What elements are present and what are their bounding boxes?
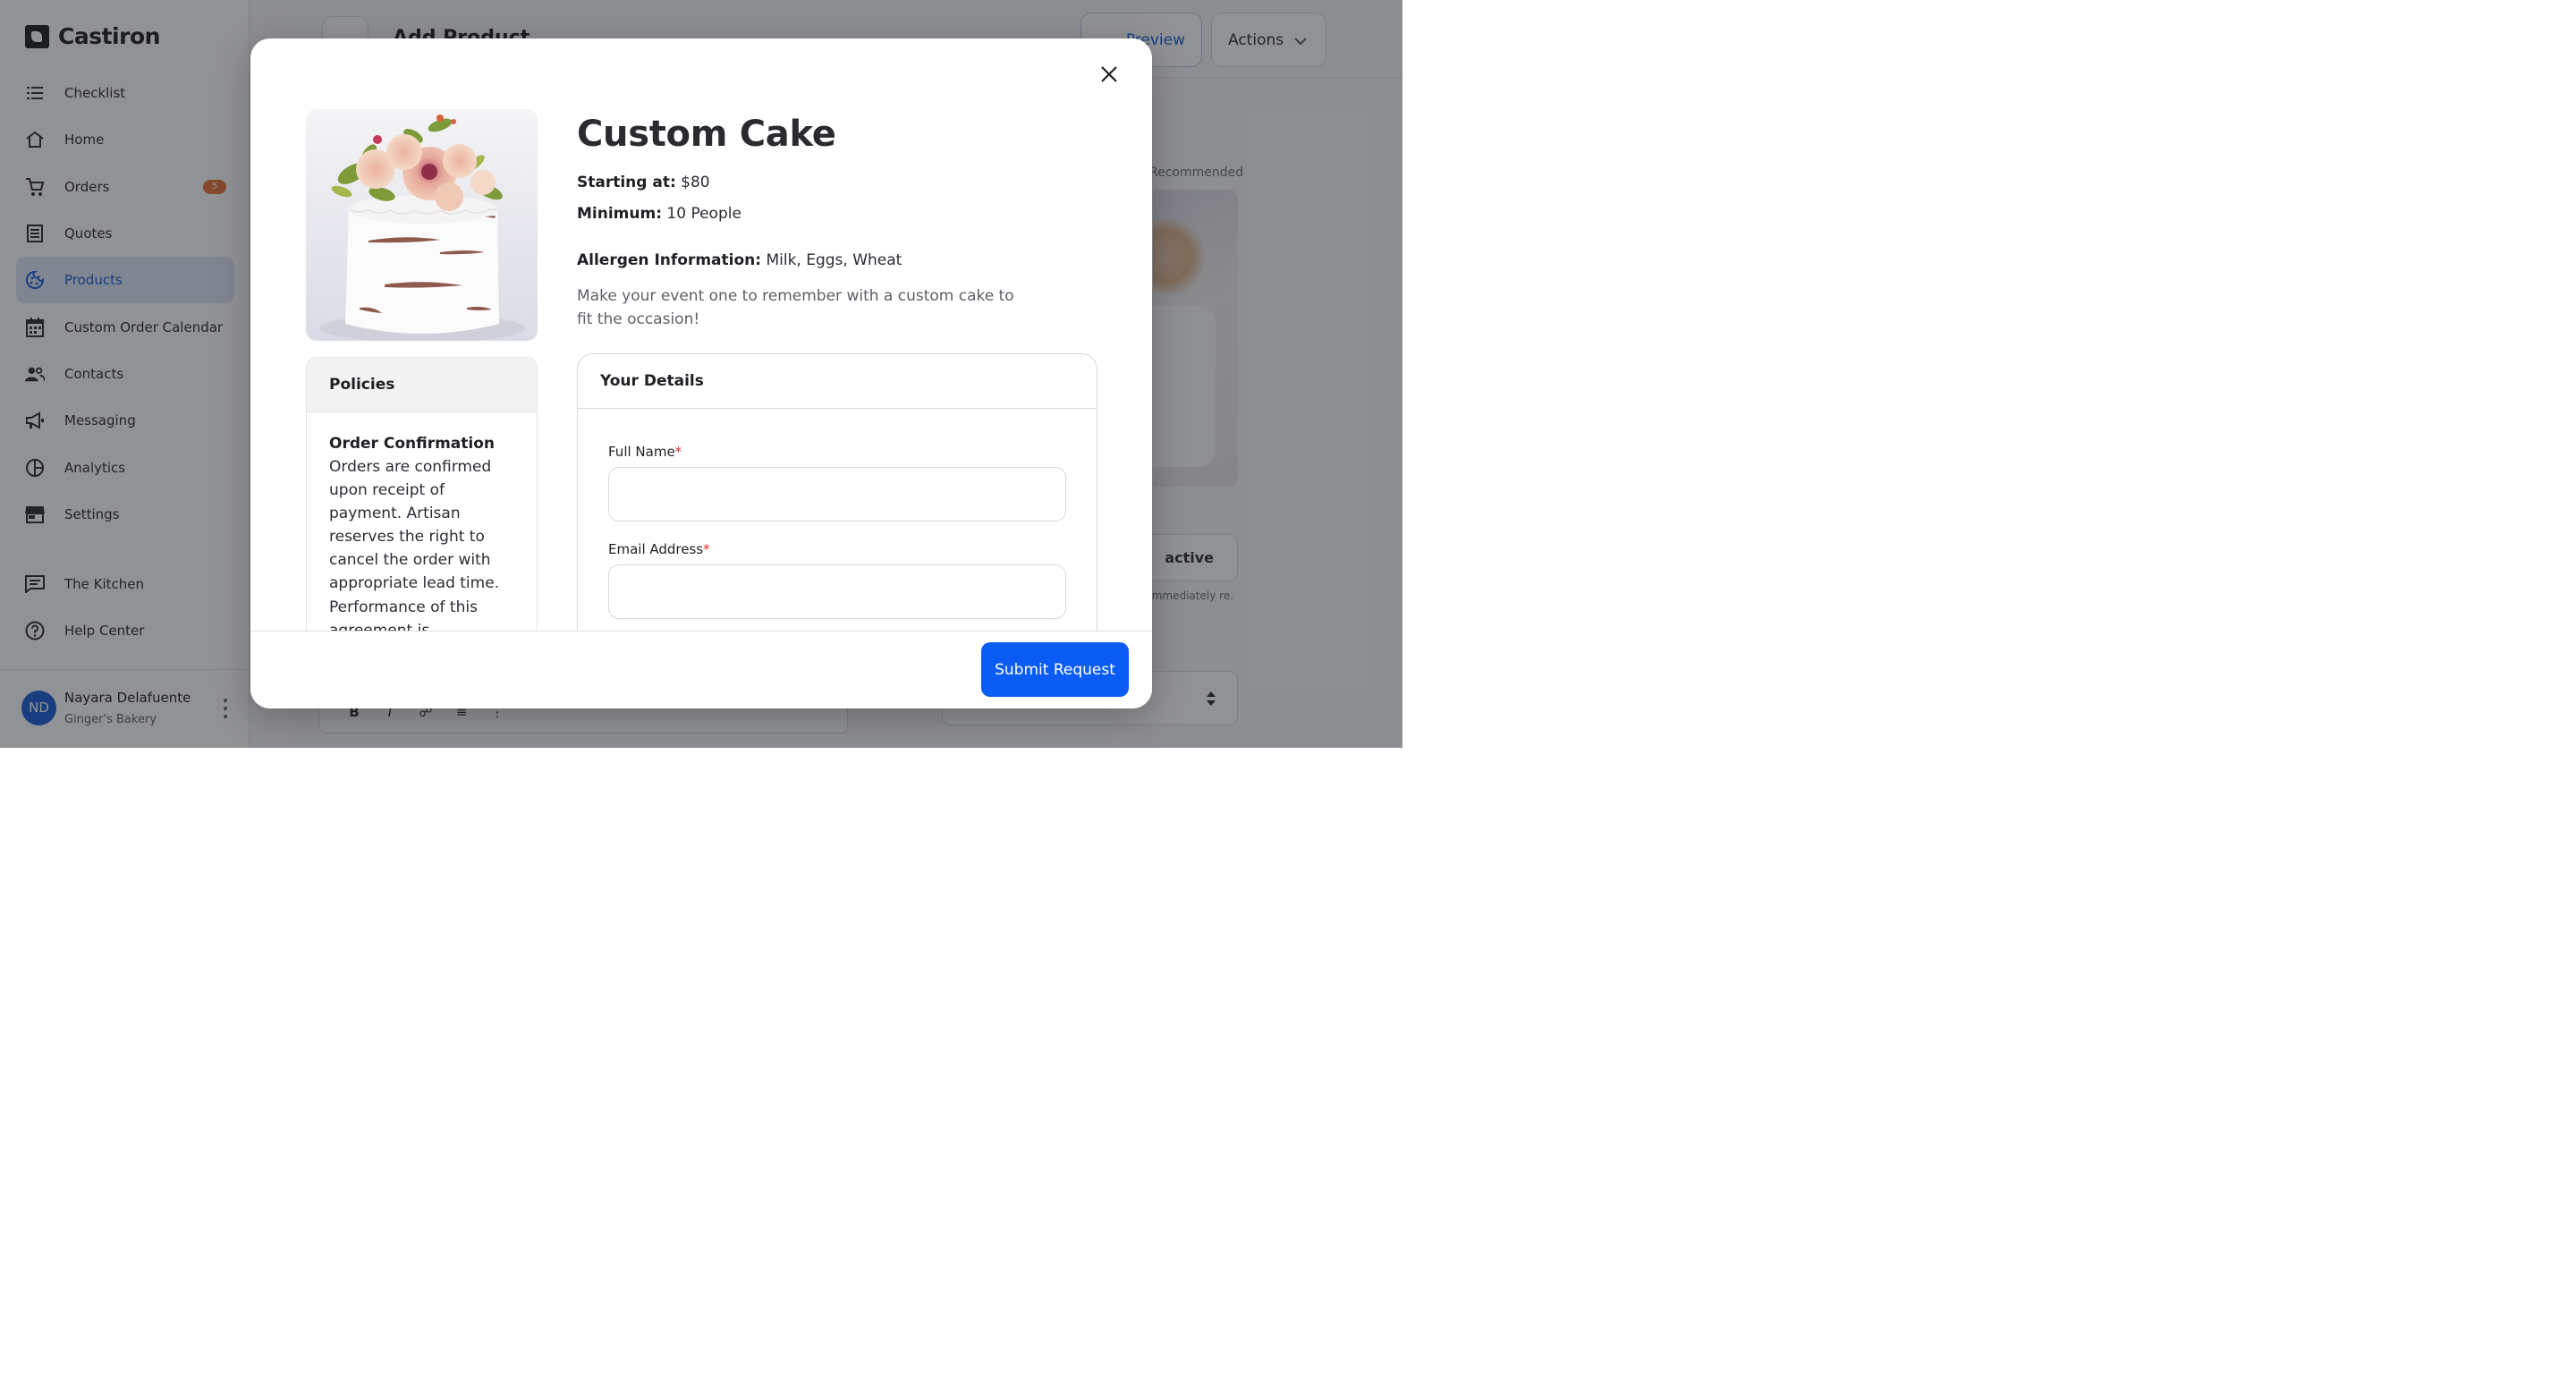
- modal-footer: Submit Request: [250, 631, 1152, 708]
- starting-price-value: $80: [681, 174, 710, 191]
- required-mark: *: [674, 444, 682, 460]
- full-name-field[interactable]: [608, 467, 1066, 522]
- details-heading: Your Details: [578, 354, 1097, 409]
- submit-request-button[interactable]: Submit Request: [981, 642, 1129, 697]
- full-name-label: Full Name*: [608, 444, 682, 460]
- product-description: Make your event one to remember with a c…: [577, 287, 1014, 328]
- minimum-order: Minimum: 10 People: [577, 205, 741, 223]
- close-icon[interactable]: [1097, 63, 1121, 86]
- policies-panel: Policies Order Confirmation Orders are c…: [306, 357, 538, 652]
- policies-body: Order Confirmation Orders are confirmed …: [307, 412, 537, 651]
- minimum-value: 10 People: [666, 205, 741, 223]
- policies-heading: Policies: [307, 358, 537, 412]
- policy-text: Orders are confirmed upon receipt of pay…: [329, 458, 500, 651]
- allergen-value: Milk, Eggs, Wheat: [766, 251, 902, 269]
- product-title: Custom Cake: [577, 114, 836, 155]
- product-image: [306, 109, 538, 341]
- product-preview-modal: Policies Order Confirmation Orders are c…: [250, 38, 1152, 708]
- allergen-label: Allergen Information:: [577, 251, 762, 269]
- starting-price-label: Starting at:: [577, 174, 676, 191]
- minimum-label: Minimum:: [577, 205, 663, 223]
- your-details-form: Your Details Full Name* Email Address*: [577, 353, 1097, 657]
- email-field[interactable]: [608, 564, 1066, 619]
- email-label: Email Address*: [608, 541, 710, 557]
- policy-title: Order Confirmation: [329, 435, 495, 453]
- allergen-info: Allergen Information: Milk, Eggs, Wheat: [577, 251, 902, 269]
- required-mark: *: [703, 541, 710, 557]
- starting-price: Starting at: $80: [577, 174, 710, 191]
